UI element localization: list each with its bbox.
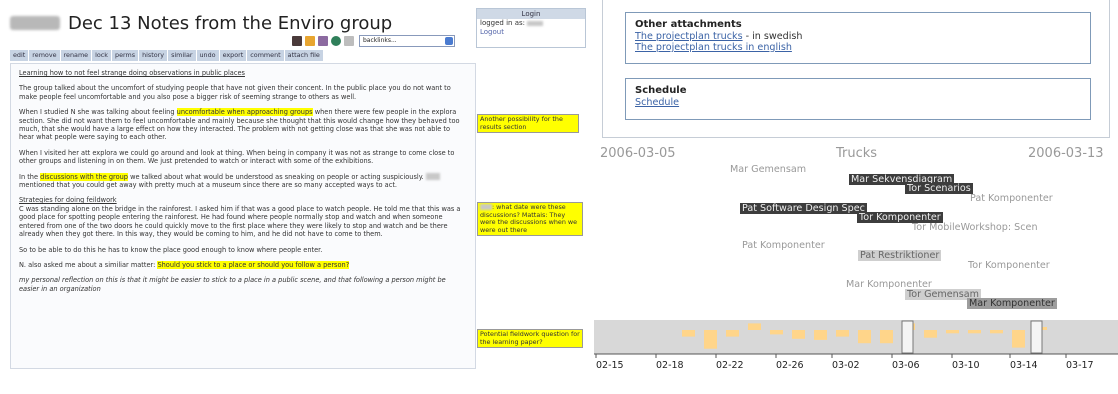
schedule-box: Schedule Schedule — [625, 78, 1091, 120]
backlinks-select[interactable]: backlinks... — [359, 35, 455, 47]
tab-lock[interactable]: lock — [92, 50, 112, 61]
timeline-event[interactable]: Tor Komponenter — [966, 260, 1052, 271]
overview-bar — [748, 323, 761, 330]
paragraph: When I studied N she was talking about f… — [19, 108, 460, 142]
subheading: Strategies for doing feildwork — [19, 196, 117, 205]
overview-bar — [990, 330, 1003, 334]
content-frame: Other attachments The projectplan trucks… — [602, 0, 1110, 138]
print-icon[interactable] — [344, 36, 354, 46]
attachments-heading: Other attachments — [635, 19, 742, 30]
margin-note[interactable]: : what date were these discussions? Matt… — [477, 202, 583, 237]
tab-comment[interactable]: comment — [247, 50, 284, 61]
login-box: Login logged in as: Logout — [476, 8, 586, 48]
highlight[interactable]: discussions with the group — [40, 172, 128, 181]
overview-bar — [858, 330, 871, 344]
tab-remove[interactable]: remove — [29, 50, 60, 61]
earth-icon[interactable] — [331, 36, 341, 46]
edit-icon[interactable] — [318, 36, 328, 46]
projectplan-link[interactable]: The projectplan trucks — [635, 31, 743, 42]
schedule-link[interactable]: Schedule — [635, 97, 679, 108]
folder-icon[interactable] — [305, 36, 315, 46]
range-handle-right — [1030, 320, 1043, 354]
highlight[interactable]: uncomfortable when approaching groups — [176, 108, 313, 117]
timeline-event[interactable]: Pat Software Design Spec — [740, 203, 867, 214]
overview-bar — [880, 330, 893, 344]
tab-edit[interactable]: edit — [10, 50, 29, 61]
timeline-event[interactable]: Tor Scenarios — [905, 183, 973, 194]
timeline-title: Trucks — [836, 146, 878, 161]
timeline-event[interactable]: Pat Restriktioner — [858, 250, 942, 261]
highlight[interactable]: Should you stick to a place or should yo… — [157, 260, 350, 269]
timeline-event[interactable]: Pat Komponenter — [968, 193, 1055, 204]
page-title: Dec 13 Notes from the Enviro group — [68, 12, 393, 34]
login-header: Login — [477, 9, 585, 19]
overview-bar — [792, 330, 805, 339]
page-content: Learning how to not feel strange doing o… — [10, 63, 476, 369]
timeline[interactable]: 2006-03-05 Trucks 2006-03-13 Mar Gemensa… — [594, 142, 1118, 374]
tab-attach-file[interactable]: attach file — [284, 50, 323, 61]
logout-link[interactable]: Logout — [477, 28, 585, 37]
overview-bar — [770, 330, 783, 335]
overview-band[interactable]: 02-15 02-18 02-22 02-26 03-02 03-06 03-10 03-14… — [594, 320, 1118, 394]
table-icon[interactable] — [292, 36, 302, 46]
logged-in-label: logged in as: — [477, 19, 585, 28]
tab-undo[interactable]: undo — [196, 50, 219, 61]
other-attachments-box: Other attachments The projectplan trucks… — [625, 12, 1091, 64]
tab-history[interactable]: history — [139, 50, 168, 61]
project-page: Other attachments The projectplan trucks… — [594, 0, 1118, 374]
overview-bar — [682, 330, 695, 337]
axis-tick-label: 02-15 — [596, 360, 624, 371]
overview-bar — [946, 330, 959, 334]
title-row: Dec 13 Notes from the Enviro group — [10, 12, 392, 34]
axis-tick-label: 03-17 — [1066, 360, 1094, 371]
overview-bar — [814, 330, 827, 340]
overview-bar — [726, 330, 739, 337]
paragraph: N. also asked me about a similiar matter… — [19, 260, 350, 269]
timeline-event[interactable]: Tor MobileWorkshop: Scen — [910, 222, 1040, 233]
axis-tick-label: 03-02 — [832, 360, 860, 371]
projectplan-english-link[interactable]: The projectplan trucks in english — [635, 42, 792, 53]
paragraph: In the discussions with the group we tal… — [19, 172, 467, 190]
timeline-event[interactable]: Mar Komponenter — [967, 298, 1057, 309]
overview-bar — [836, 330, 849, 337]
tab-export[interactable]: export — [219, 50, 247, 61]
overview-bar — [924, 330, 937, 338]
schedule-heading: Schedule — [635, 85, 687, 96]
paragraph: The group talked about the uncomfort of … — [19, 84, 451, 101]
paragraph: When I visited her att explora we could … — [19, 148, 455, 166]
range-handle-left — [901, 320, 914, 354]
timeline-end-date: 2006-03-13 — [1028, 146, 1104, 161]
wiki-page: Dec 13 Notes from the Enviro group Login… — [0, 0, 588, 374]
timeline-event[interactable]: Pat Komponenter — [740, 240, 827, 251]
axis-tick-label: 03-06 — [892, 360, 920, 371]
reflection: my personal reflection on this is that i… — [19, 276, 446, 293]
tab-perms[interactable]: perms — [112, 50, 139, 61]
axis-tick-label: 02-26 — [776, 360, 804, 371]
paragraph: So to be able to do this he has to know … — [19, 245, 323, 254]
axis-tick-label: 03-10 — [952, 360, 980, 371]
section-heading: Learning how to not feel strange doing o… — [19, 69, 245, 77]
axis-tick-label: 02-18 — [656, 360, 684, 371]
blurred-name — [10, 16, 60, 30]
axis-tick-label: 02-22 — [716, 360, 744, 371]
margin-note[interactable]: Another possibility for the results sect… — [477, 114, 579, 134]
toolbar: backlinks... — [292, 35, 455, 47]
overview-bar — [968, 330, 981, 334]
tab-similar[interactable]: similar — [168, 50, 196, 61]
axis-tick-label: 03-14 — [1010, 360, 1038, 371]
timeline-start-date: 2006-03-05 — [600, 146, 676, 161]
timeline-event[interactable]: Mar Gemensam — [728, 164, 808, 175]
overview-bar — [704, 330, 717, 349]
action-tabs: edit remove rename lock perms history si… — [10, 50, 323, 61]
tab-rename[interactable]: rename — [60, 50, 92, 61]
overview-bar — [1012, 330, 1025, 348]
paragraph: C was standing alone on the bridge in th… — [19, 204, 461, 239]
margin-note[interactable]: Potential fieldwork question for the lea… — [477, 329, 583, 349]
